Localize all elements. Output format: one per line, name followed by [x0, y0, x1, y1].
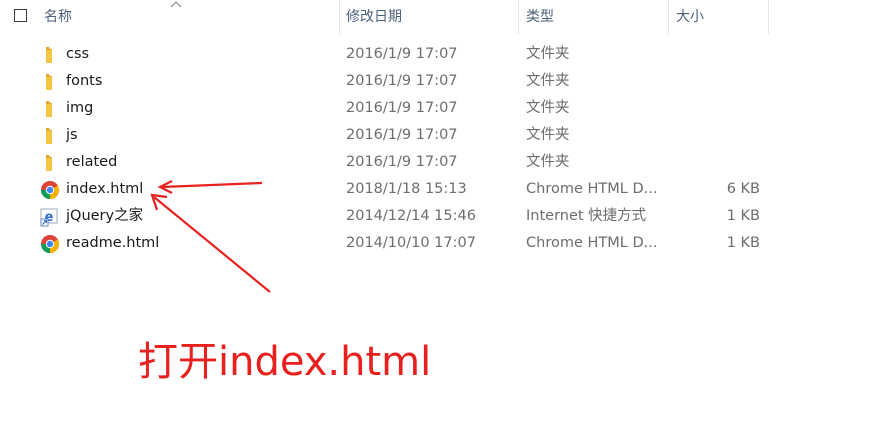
- folder-icon: [46, 47, 52, 63]
- folder-icon: [46, 101, 52, 117]
- file-date: 2016/1/9 17:07: [346, 127, 458, 143]
- file-date: 2018/1/18 15:13: [346, 181, 467, 197]
- file-date: 2014/12/14 15:46: [346, 208, 476, 224]
- file-size: 1 KB: [726, 235, 760, 251]
- folder-icon: [46, 74, 52, 90]
- file-name: fonts: [66, 73, 103, 89]
- file-date: 2016/1/9 17:07: [346, 100, 458, 116]
- column-separator[interactable]: [668, 0, 669, 34]
- file-name: related: [66, 154, 118, 170]
- file-date: 2016/1/9 17:07: [346, 46, 458, 62]
- file-type: 文件夹: [526, 46, 570, 62]
- file-type: Chrome HTML D...: [526, 235, 658, 251]
- column-header-name[interactable]: 名称: [38, 0, 338, 34]
- file-size: 6 KB: [726, 181, 760, 197]
- file-type: Internet 快捷方式: [526, 208, 647, 224]
- file-size: 1 KB: [726, 208, 760, 224]
- file-row[interactable]: img 2016/1/9 17:07 文件夹: [0, 95, 870, 122]
- file-type: 文件夹: [526, 73, 570, 89]
- file-name: js: [66, 127, 78, 143]
- chrome-icon: [40, 235, 60, 253]
- sort-ascending-icon: [170, 1, 182, 8]
- column-header-bar: 名称 修改日期 类型 大小: [0, 0, 870, 34]
- file-row[interactable]: css 2016/1/9 17:07 文件夹: [0, 41, 870, 68]
- column-header-size[interactable]: 大小: [670, 0, 768, 34]
- column-header-date[interactable]: 修改日期: [340, 0, 518, 34]
- file-type: 文件夹: [526, 127, 570, 143]
- file-row[interactable]: e jQuery之家 2014/12/14 15:46 Internet 快捷方…: [0, 203, 870, 230]
- file-name: index.html: [66, 181, 144, 197]
- file-name: readme.html: [66, 235, 160, 251]
- internet-shortcut-icon: e: [40, 208, 58, 227]
- file-row[interactable]: js 2016/1/9 17:07 文件夹: [0, 122, 870, 149]
- column-header-type[interactable]: 类型: [520, 0, 668, 34]
- file-name: img: [66, 100, 94, 116]
- chrome-icon: [40, 181, 60, 199]
- folder-icon: [46, 128, 52, 144]
- file-name: jQuery之家: [66, 208, 144, 224]
- file-size: [670, 95, 760, 122]
- column-separator[interactable]: [768, 0, 769, 34]
- column-separator[interactable]: [518, 0, 519, 34]
- file-date: 2016/1/9 17:07: [346, 73, 458, 89]
- file-row[interactable]: fonts 2016/1/9 17:07 文件夹: [0, 68, 870, 95]
- file-type: Chrome HTML D...: [526, 181, 658, 197]
- file-row[interactable]: readme.html 2014/10/10 17:07 Chrome HTML…: [0, 230, 870, 257]
- file-size: [670, 41, 760, 68]
- file-date: 2016/1/9 17:07: [346, 154, 458, 170]
- file-type: 文件夹: [526, 100, 570, 116]
- select-all-checkbox[interactable]: [14, 9, 27, 22]
- file-date: 2014/10/10 17:07: [346, 235, 476, 251]
- file-size: [670, 149, 760, 176]
- file-size: [670, 122, 760, 149]
- folder-icon: [46, 155, 52, 171]
- file-size: [670, 68, 760, 95]
- file-row[interactable]: related 2016/1/9 17:07 文件夹: [0, 149, 870, 176]
- file-row[interactable]: index.html 2018/1/18 15:13 Chrome HTML D…: [0, 176, 870, 203]
- annotation-label: 打开index.html: [138, 339, 432, 385]
- file-type: 文件夹: [526, 154, 570, 170]
- file-explorer: 名称 修改日期 类型 大小 css 2016/1/9 17:07 文件夹 fon…: [0, 0, 870, 446]
- file-name: css: [66, 46, 90, 62]
